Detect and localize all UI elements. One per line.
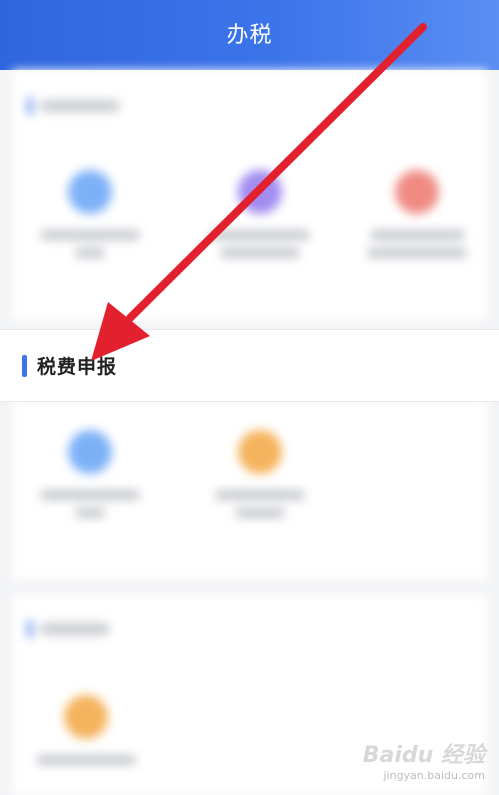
arrow-shaft	[126, 23, 427, 322]
watermark-logo: Baidu 经验	[362, 743, 485, 768]
watermark-url: jingyan.baidu.com	[383, 769, 485, 782]
annotation-arrow	[91, 23, 427, 361]
watermark: Baidu 经验 jingyan.baidu.com	[363, 737, 485, 782]
